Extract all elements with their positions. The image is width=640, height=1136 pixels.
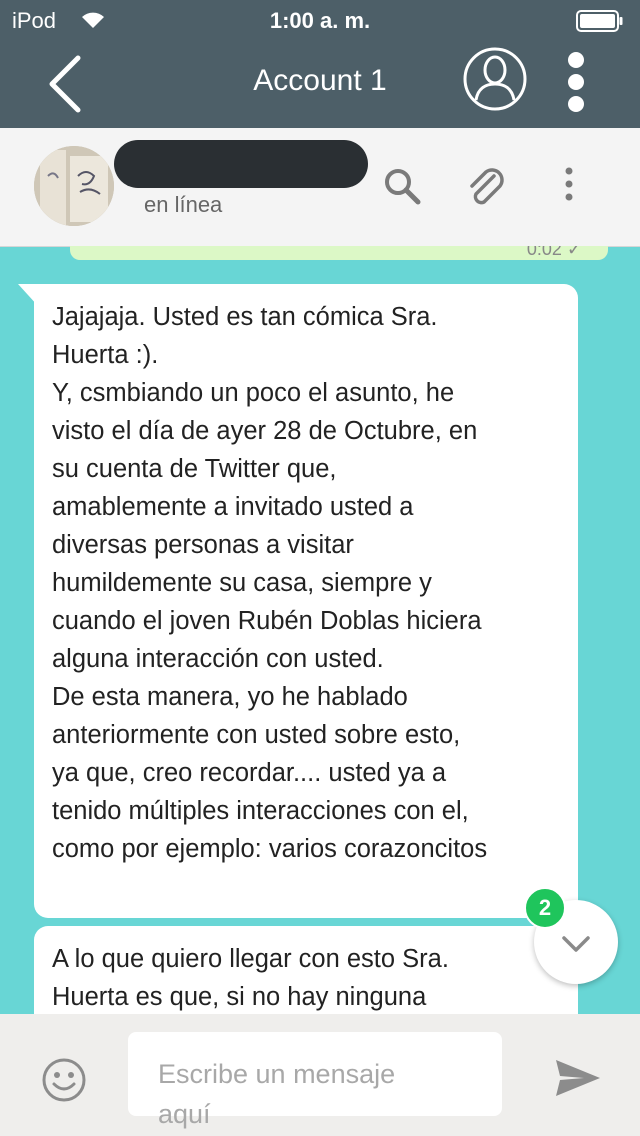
message-text: A lo que quiero llegar con esto Sra. Hue… [52,945,449,1011]
incoming-message[interactable]: A lo que quiero llegar con esto Sra. Hue… [34,926,578,1014]
app-bar: Account 1 [0,42,640,128]
status-bar: iPod 1:00 a. m. [0,0,640,42]
battery-icon [576,10,623,32]
unread-count-badge: 2 [524,887,566,929]
send-icon[interactable] [554,1058,602,1098]
message-input[interactable]: Escribe un mensaje aquí [128,1032,502,1129]
message-composer: Escribe un mensaje aquí [0,1014,640,1136]
account-icon[interactable] [462,46,528,112]
message-timestamp: 0:02 ✓ [526,246,582,259]
contact-name-redacted [114,140,368,188]
chat-area[interactable]: 0:02 ✓ Jajajaja. Usted es tan cómica Sra… [0,246,640,1014]
app-title: Account 1 [253,64,387,97]
attach-icon[interactable] [464,166,508,210]
clock: 1:00 a. m. [269,8,371,33]
search-icon[interactable] [382,166,422,206]
more-vertical-icon[interactable] [562,50,590,114]
contact-avatar[interactable] [34,146,114,226]
chat-header: en línea [0,128,640,247]
contact-status: en línea [144,192,223,217]
message-text: Jajajaja. Usted es tan cómica Sra. Huert… [52,303,488,863]
emoji-icon[interactable] [40,1056,88,1104]
chat-more-vertical-icon[interactable] [560,166,578,204]
previous-outgoing-message: 0:02 ✓ [70,246,608,260]
message-input-placeholder: Escribe un mensaje aquí [158,1059,396,1129]
incoming-message[interactable]: Jajajaja. Usted es tan cómica Sra. Huert… [34,284,578,918]
